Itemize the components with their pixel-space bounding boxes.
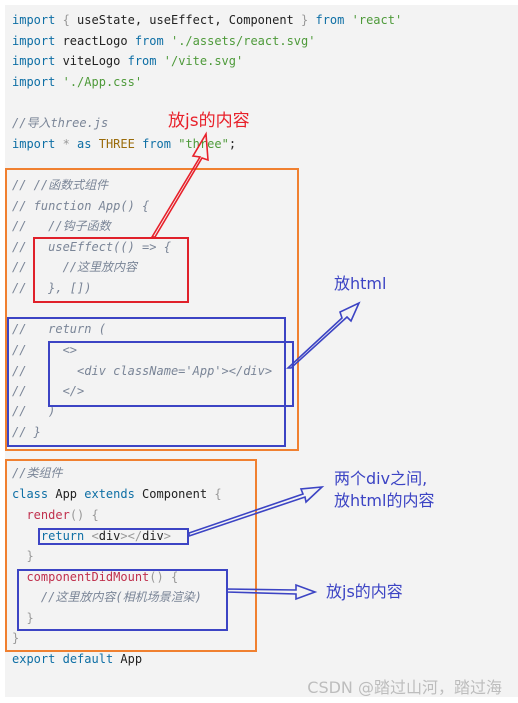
component-did-mount-box: [17, 569, 228, 631]
watermark: CSDN @踏过山河，踏过海: [307, 678, 502, 697]
code-token: 'react': [351, 13, 403, 27]
code-token: from: [142, 137, 171, 151]
code-token: default: [62, 652, 114, 666]
code-token: App: [113, 652, 143, 666]
code-token: as: [77, 137, 92, 151]
code-token: viteLogo: [55, 54, 128, 68]
code-token: useState, useEffect, Component: [77, 13, 294, 27]
code-line: //导入three.js: [12, 113, 108, 133]
code-token: '/vite.svg': [163, 54, 244, 68]
code-line: import './App.css': [12, 72, 142, 92]
code-token: import: [12, 34, 56, 48]
code-line: import viteLogo from '/vite.svg': [12, 51, 243, 71]
annotation-js-top: 放js的内容: [168, 111, 250, 131]
code-token: import: [12, 54, 56, 68]
annotation-between-divs-line2: 放html的内容: [334, 491, 435, 510]
code-token: THREE: [98, 137, 135, 151]
code-token: reactLogo: [55, 34, 135, 48]
code-token: from: [127, 54, 157, 68]
code-token: './assets/react.svg': [170, 34, 316, 48]
code-line: import { useState, useEffect, Component …: [12, 10, 402, 30]
code-token: {: [55, 13, 78, 27]
code-token: ;: [228, 137, 237, 151]
code-token: *: [55, 137, 78, 151]
fragment-box: [48, 341, 294, 407]
code-line: import reactLogo from './assets/react.sv…: [12, 31, 315, 51]
code-token: from: [315, 13, 345, 27]
annotation-html: 放html: [334, 274, 387, 293]
code-token: from: [134, 34, 164, 48]
use-effect-box: [33, 237, 189, 303]
code-token: import: [12, 75, 56, 89]
code-token: './App.css': [62, 75, 143, 89]
code-token: "three": [178, 137, 229, 151]
annotation-between-divs-line1: 两个div之间,: [334, 469, 428, 488]
code-token: //导入three.js: [12, 116, 109, 130]
code-token: export: [12, 652, 56, 666]
code-token: import: [12, 137, 56, 151]
render-return-box: [38, 528, 189, 545]
code-line: export default App: [12, 649, 142, 669]
annotation-js-bottom: 放js的内容: [326, 582, 403, 601]
code-token: }: [293, 13, 316, 27]
code-token: import: [12, 13, 56, 27]
code-line: import * as THREE from "three";: [12, 134, 236, 154]
